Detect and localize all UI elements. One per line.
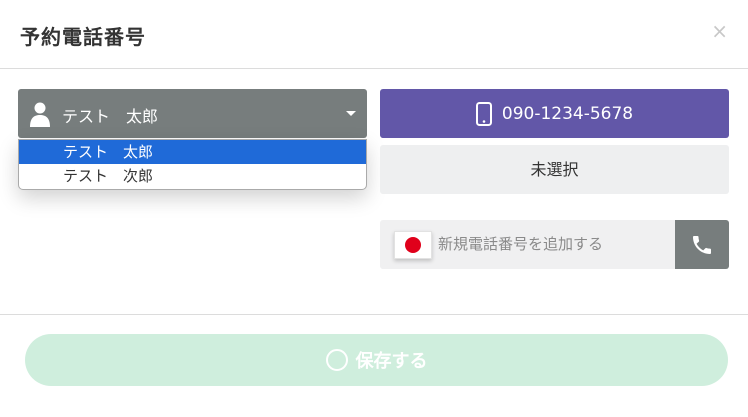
call-button[interactable]: [675, 220, 729, 269]
flag-red-circle: [405, 237, 421, 253]
customer-select[interactable]: テスト 太郎: [18, 89, 367, 138]
phone-number-label: 090-1234-5678: [501, 104, 634, 124]
customer-dropdown: テスト 太郎 テスト 次郎: [18, 139, 367, 190]
user-icon: [30, 102, 50, 127]
japan-flag-icon[interactable]: [394, 231, 432, 259]
phone-number-modal: 予約電話番号 × テスト 太郎 テスト 太郎 テスト 次郎 090-1234-5…: [0, 0, 748, 417]
phone-icon: [693, 236, 711, 254]
unselected-option[interactable]: 未選択: [380, 145, 729, 194]
phone-number-button[interactable]: 090-1234-5678: [380, 89, 729, 138]
new-phone-group: [380, 220, 729, 269]
modal-title: 予約電話番号: [20, 25, 146, 49]
customer-select-value: テスト 太郎: [62, 107, 159, 126]
save-button[interactable]: 保存する: [25, 334, 728, 386]
save-button-label: 保存する: [355, 351, 428, 372]
footer-divider: [0, 314, 748, 315]
mobile-phone-icon: [475, 102, 492, 126]
modal-header: 予約電話番号 ×: [0, 0, 748, 69]
customer-option-1[interactable]: テスト 次郎: [19, 164, 366, 188]
loading-circle-icon: [325, 349, 348, 371]
customer-option-0[interactable]: テスト 太郎: [19, 140, 366, 164]
new-phone-input[interactable]: [438, 230, 668, 258]
close-button[interactable]: ×: [711, 20, 728, 42]
caret-down-icon: [346, 111, 356, 116]
